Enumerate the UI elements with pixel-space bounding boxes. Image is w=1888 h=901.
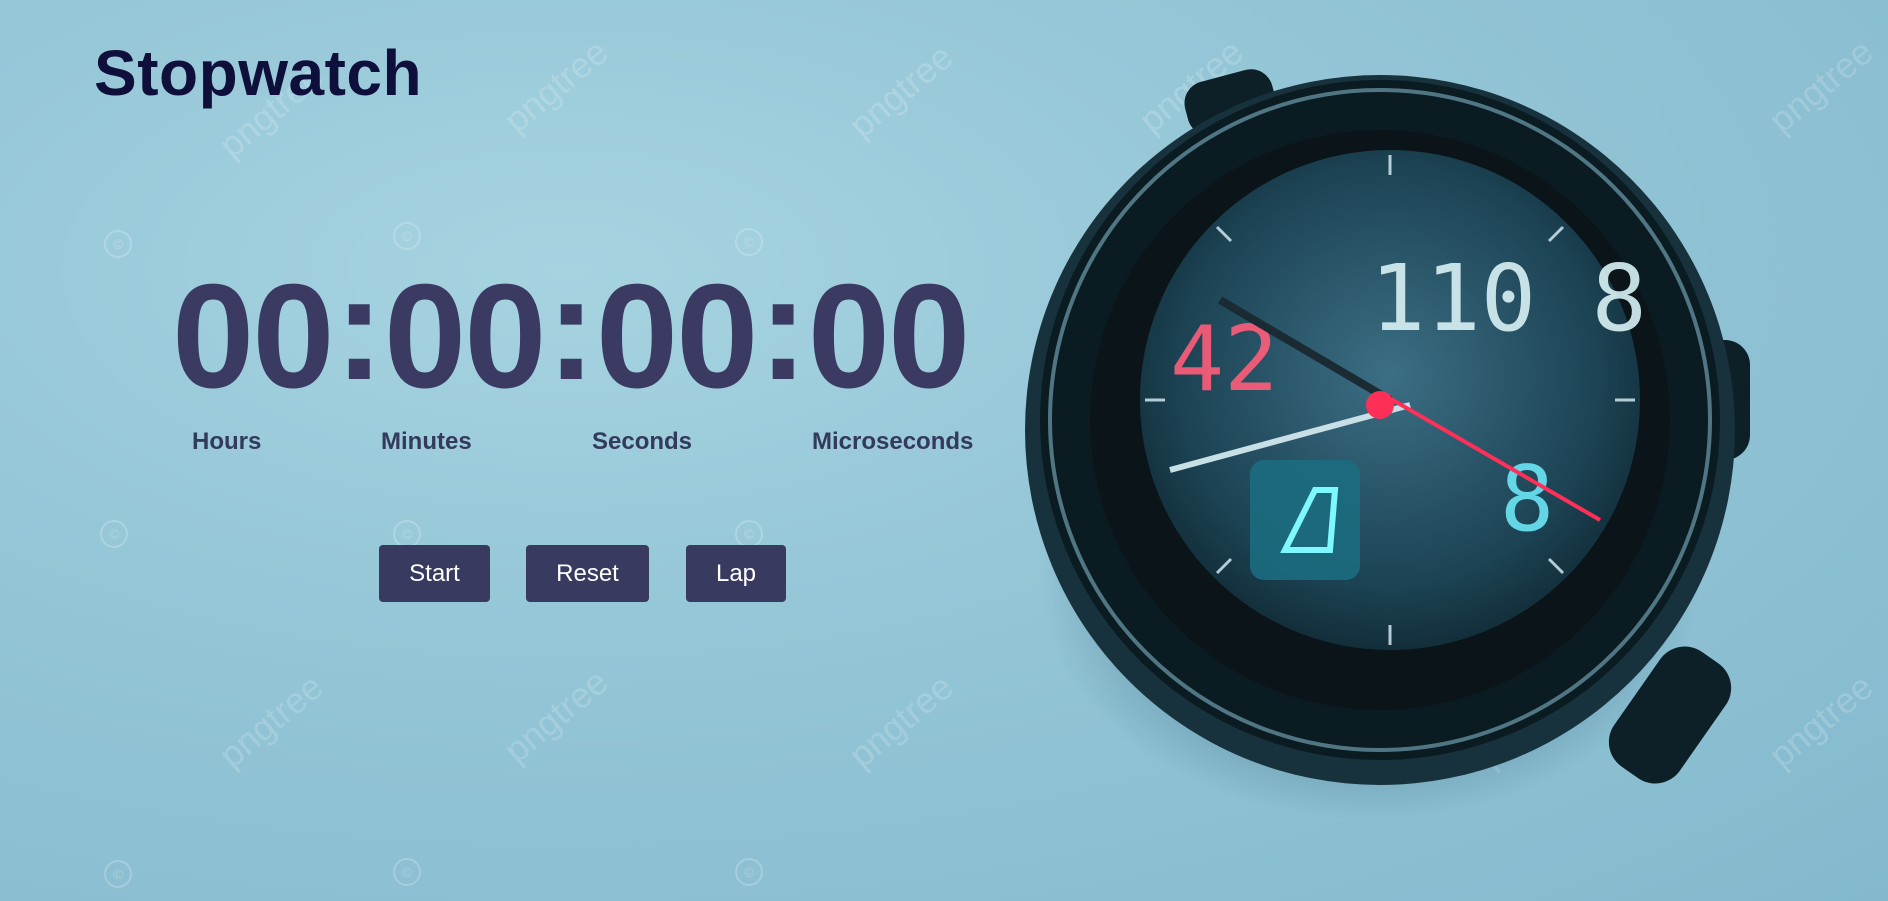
watermark: pngtree bbox=[210, 665, 331, 776]
timer-separator: : bbox=[334, 246, 384, 411]
timer-separator: : bbox=[758, 246, 807, 411]
watermark: pngtree bbox=[495, 660, 616, 771]
hours-label: Hours bbox=[192, 428, 262, 455]
timer-seconds: 00 bbox=[595, 254, 759, 419]
copyright-icon: © bbox=[104, 230, 132, 258]
watermark: pngtree bbox=[495, 30, 616, 141]
copyright-icon: © bbox=[393, 520, 421, 548]
copyright-icon: © bbox=[104, 860, 132, 888]
svg-text:8: 8 bbox=[1500, 447, 1554, 552]
copyright-icon: © bbox=[735, 858, 763, 886]
lap-button[interactable]: Lap bbox=[686, 545, 786, 602]
copyright-icon: © bbox=[393, 858, 421, 886]
reset-button[interactable]: Reset bbox=[526, 545, 649, 602]
timer-display: 00 : 00 : 00 : 00 bbox=[172, 252, 1002, 422]
svg-text:110 8: 110 8 bbox=[1370, 245, 1647, 352]
seconds-label: Seconds bbox=[592, 428, 693, 455]
watermark: pngtree bbox=[840, 35, 961, 146]
copyright-icon: © bbox=[393, 222, 421, 250]
timer-hours: 00 bbox=[172, 254, 335, 419]
page-title: Stopwatch bbox=[94, 37, 423, 109]
copyright-icon: © bbox=[735, 520, 763, 548]
stopwatch-image: 110 8 42 8 bbox=[1025, 69, 1750, 820]
watermark: pngtree bbox=[840, 665, 961, 776]
timer-separator: : bbox=[546, 246, 596, 411]
minutes-label: Minutes bbox=[381, 428, 472, 455]
copyright-icon: © bbox=[100, 520, 128, 548]
microseconds-label: Microseconds bbox=[812, 428, 974, 455]
start-button[interactable]: Start bbox=[379, 545, 490, 602]
timer-minutes: 00 bbox=[383, 254, 547, 419]
timer-microseconds: 00 bbox=[807, 254, 971, 419]
